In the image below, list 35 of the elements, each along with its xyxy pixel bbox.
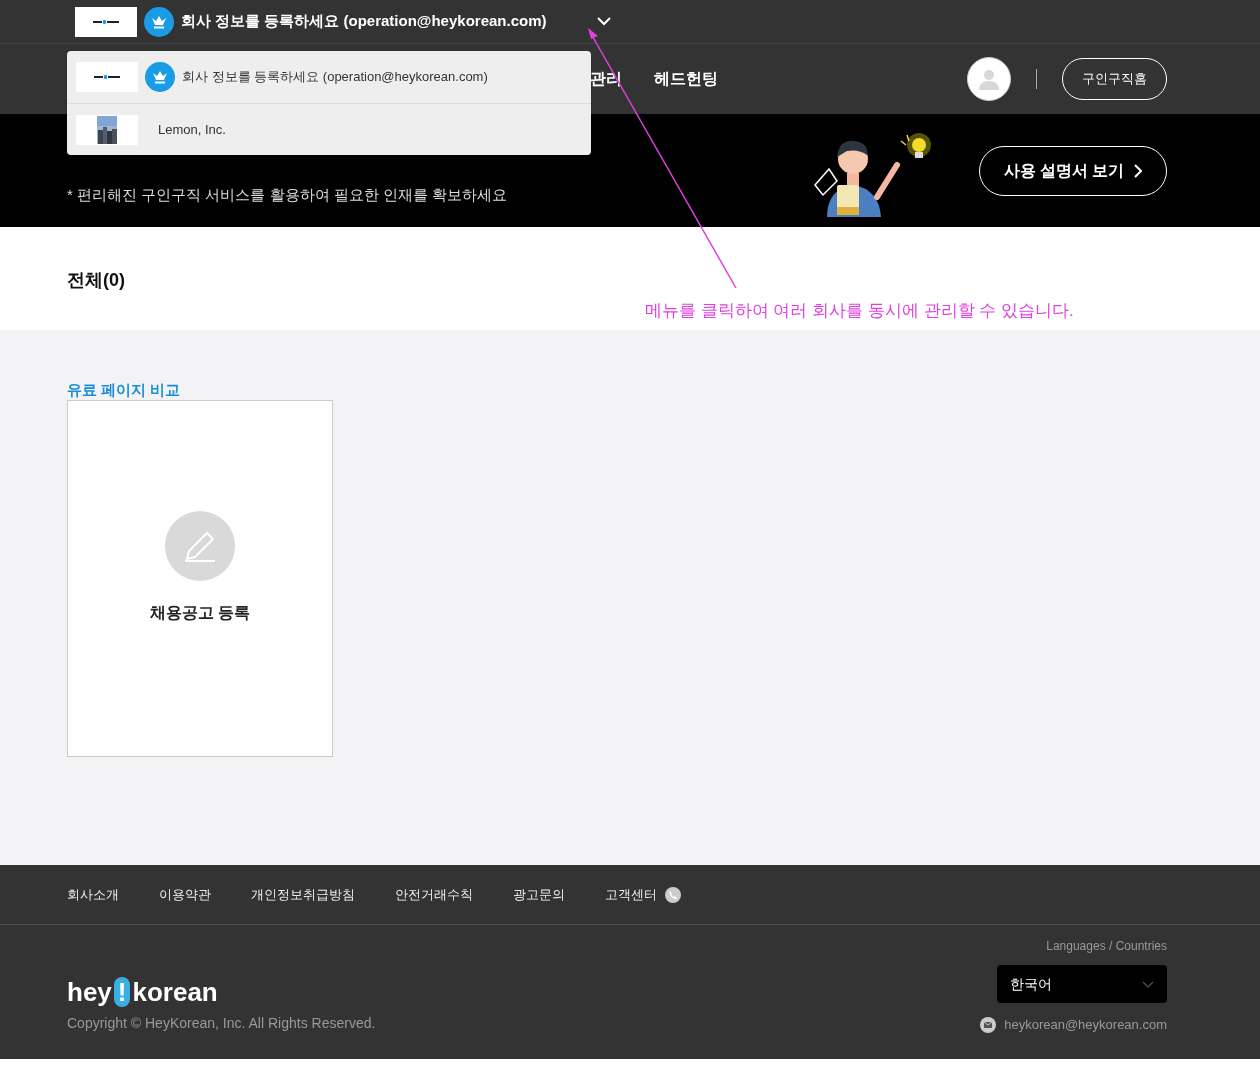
language-select[interactable]: 한국어 <box>997 965 1167 1003</box>
pencil-icon <box>165 511 235 581</box>
new-post-label: 채용공고 등록 <box>149 603 251 623</box>
phone-icon <box>665 886 681 903</box>
footer-logo: hey ! korean <box>67 977 219 1007</box>
account-name: 회사 정보를 등록하세요 (operation@heykorean.com) <box>181 11 547 32</box>
total-count: 전체(0) <box>67 270 125 290</box>
banner-subtitle: * 편리해진 구인구직 서비스를 활용하여 필요한 인재를 확보하세요 <box>67 185 507 206</box>
footer-link[interactable]: 회사소개 <box>67 884 119 905</box>
contact-email: heykorean@heykorean.com <box>1004 1016 1167 1034</box>
account-label: Lemon, Inc. <box>158 120 226 139</box>
crown-icon <box>144 6 174 37</box>
avatar[interactable] <box>967 57 1011 101</box>
chevron-icon <box>1142 980 1154 988</box>
footer-link[interactable]: 이용약관 <box>159 884 211 905</box>
account-menu-item[interactable]: Lemon, Inc. <box>67 103 591 155</box>
logo-thumbnail <box>76 62 138 92</box>
mail-icon <box>980 1016 997 1033</box>
footer-link[interactable]: 광고문의 <box>513 884 565 905</box>
annotation-text: 메뉴를 클릭하여 여러 회사를 동시에 관리할 수 있습니다. <box>645 300 1074 322</box>
language-label: Languages / Countries <box>1046 938 1167 955</box>
chevron-right-icon <box>1134 163 1143 178</box>
account-label: 회사 정보를 등록하세요 (operation@heykorean.com) <box>182 68 488 87</box>
manual-button[interactable]: 사용 설명서 보기 <box>979 145 1167 196</box>
copyright: Copyright © HeyKorean, Inc. All Rights Reserved. <box>67 1014 376 1033</box>
new-post-card[interactable]: 채용공고 등록 <box>67 400 333 757</box>
logo-thumbnail <box>75 6 137 37</box>
user-icon <box>978 68 1000 90</box>
footer-link[interactable]: 고객센터 <box>605 884 657 905</box>
footer-link[interactable]: 개인정보취급방침 <box>251 884 355 905</box>
footer-link[interactable]: 안전거래수칙 <box>395 884 473 905</box>
nav-link[interactable]: 헤드헌팅 <box>654 67 718 91</box>
chevron-icon <box>596 17 611 26</box>
crown-icon <box>145 62 175 92</box>
account-menu-item[interactable]: 회사 정보를 등록하세요 (operation@heykorean.com) <box>67 51 591 103</box>
